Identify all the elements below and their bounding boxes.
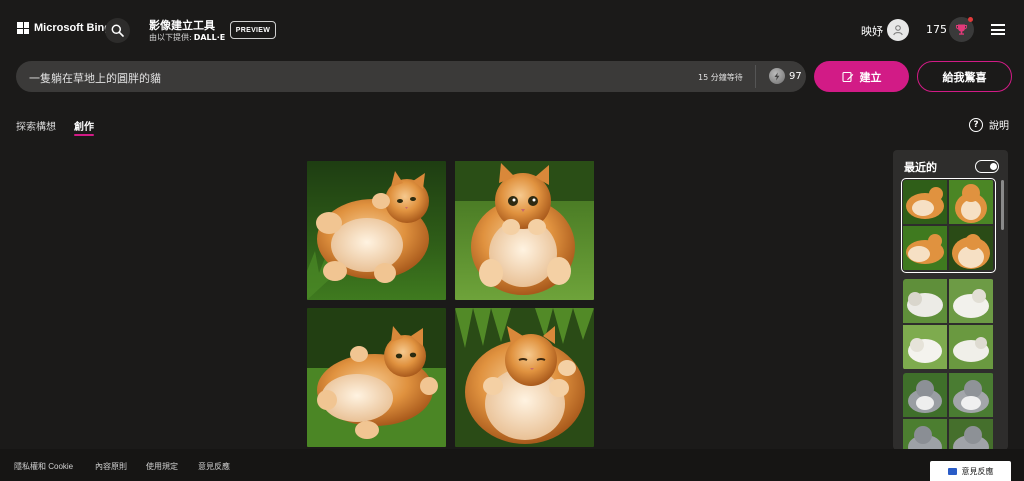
microsoft-bing-logo[interactable]: Microsoft Bing [17,22,111,34]
create-edit-icon [841,71,853,82]
rewards-points[interactable]: 175 [926,23,947,36]
wait-time: 15 分鐘等待 [698,73,743,82]
feedback-button[interactable]: 意見反應 [930,461,1011,481]
feedback-chat-icon [947,467,957,475]
prompt-input[interactable]: 一隻躺在草地上的圓胖的貓 15 分鐘等待 97 [16,61,806,92]
surprise-me-button[interactable]: 給我驚喜 [917,61,1012,92]
recent-thumb [903,373,947,417]
provider-credit: 由以下提供: DALL·E [149,32,225,43]
active-tab-indicator [74,134,94,136]
prompt-text[interactable]: 一隻躺在草地上的圓胖的貓 [29,70,161,86]
provider-prefix: 由以下提供: [149,33,192,42]
recent-scrollbar[interactable] [1001,180,1004,230]
recent-set-3[interactable] [903,373,994,450]
provider-name: DALL·E [193,33,226,42]
generated-image-2[interactable] [455,161,594,300]
generated-image-3[interactable] [307,308,446,447]
footer: 隱私權和 Cookie 內容原則 使用規定 意見反應 意見反應 [0,449,1024,481]
footer-link-terms[interactable]: 使用規定 [146,461,178,472]
help-circle-icon: ? [969,117,983,132]
tab-creations[interactable]: 創作 [74,118,94,133]
create-button[interactable]: 建立 [814,61,909,92]
recent-thumb [949,419,993,450]
windows-logo-icon [17,22,29,34]
surprise-label: 給我驚喜 [942,70,987,84]
rewards-trophy-icon [956,24,967,35]
recent-thumb [949,373,993,417]
feedback-button-label: 意見反應 [961,466,994,476]
search-icon [111,24,124,37]
toggle-knob [989,162,997,170]
recent-thumb [903,325,947,369]
footer-link-content-policy[interactable]: 內容原則 [95,461,127,472]
recent-thumb [903,180,947,224]
notification-dot [968,17,973,22]
generated-image-1[interactable] [307,161,446,300]
recent-thumb [903,279,947,323]
recent-toggle[interactable] [975,160,999,173]
brand-name: Microsoft Bing [34,22,111,34]
help-link[interactable]: ? 說明 [969,117,1009,132]
rewards-button[interactable] [949,17,974,42]
boost-coin-icon [769,68,785,84]
help-label: 說明 [989,121,1009,132]
recent-thumb [949,226,993,270]
generated-image-4[interactable] [455,308,594,447]
recent-title: 最近的 [904,161,937,174]
boost-count: 97 [789,71,802,82]
footer-link-privacy[interactable]: 隱私權和 Cookie [14,461,73,472]
preview-badge: PREVIEW [230,21,276,39]
user-avatar-icon [893,25,903,36]
app-title: 影像建立工具 [149,19,215,32]
user-name[interactable]: 映妤 [861,23,883,39]
hamburger-menu-icon[interactable] [991,24,1005,35]
recent-panel: 最近的 [893,150,1008,450]
footer-link-feedback[interactable]: 意見反應 [198,461,230,472]
recent-thumb [949,180,993,224]
recent-set-1[interactable] [901,178,996,273]
create-label: 建立 [859,70,882,84]
tab-explore-ideas[interactable]: 探索構想 [16,118,56,133]
recent-set-2[interactable] [903,279,994,370]
recent-thumb [903,226,947,270]
recent-thumb [903,419,947,450]
recent-thumb [949,325,993,369]
header: Microsoft Bing 影像建立工具 由以下提供: DALL·E PREVI… [0,0,1024,60]
user-avatar[interactable] [887,19,909,41]
search-button[interactable] [105,18,130,43]
prompt-divider [755,65,756,88]
recent-thumb [949,279,993,323]
